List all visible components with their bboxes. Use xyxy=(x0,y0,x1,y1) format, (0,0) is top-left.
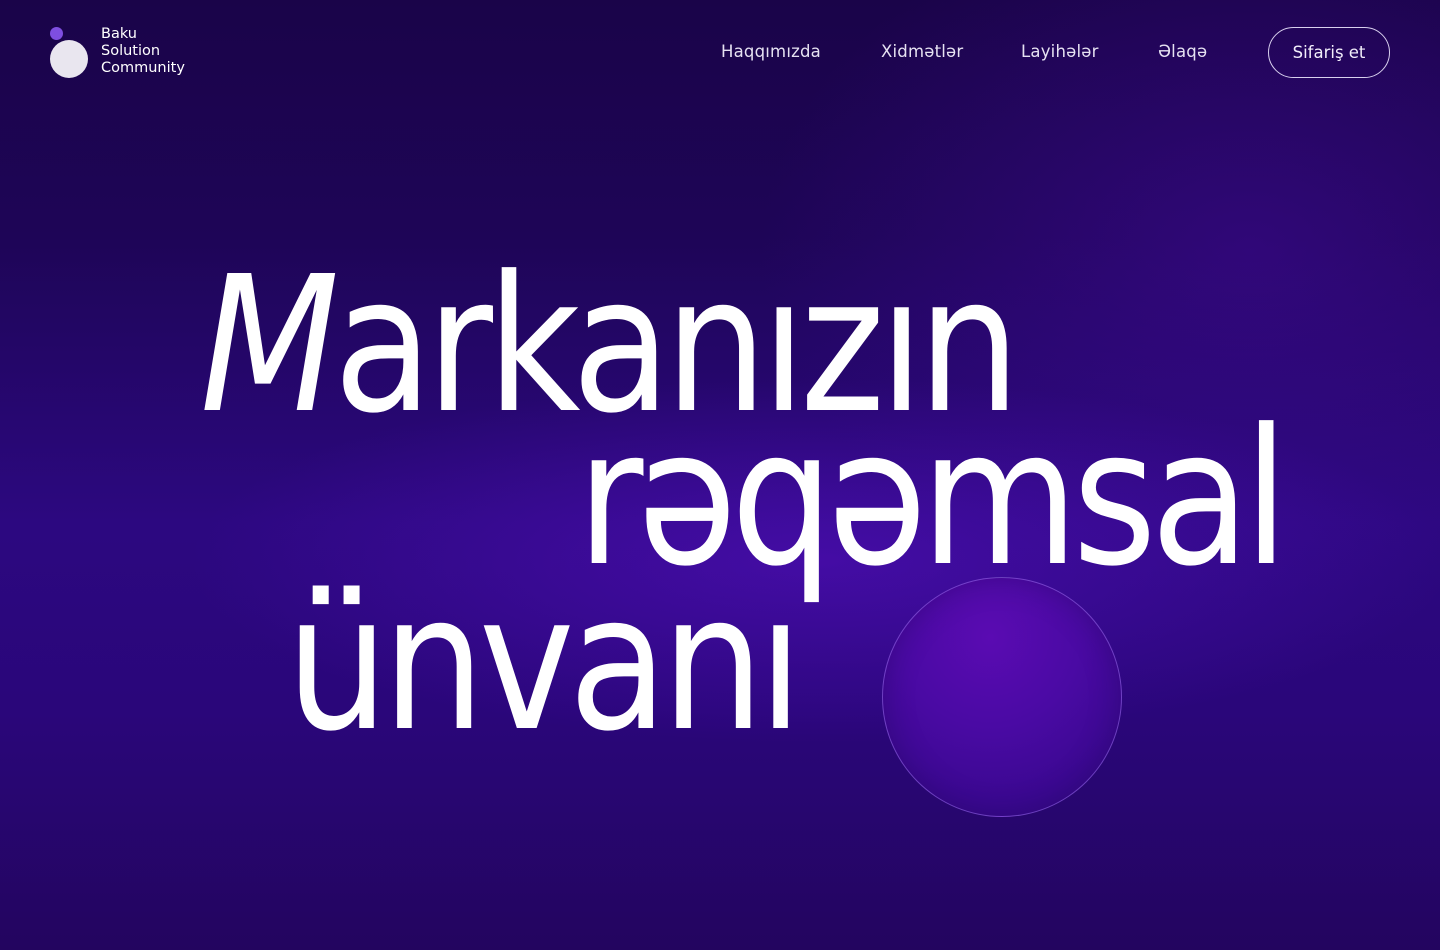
decorative-orb xyxy=(882,577,1122,817)
brand-line-2: Solution xyxy=(101,43,161,59)
logo-dot-small-icon xyxy=(50,27,63,40)
brand-logo[interactable]: Baku Solution Community xyxy=(50,26,200,82)
order-button[interactable]: Sifariş et xyxy=(1268,27,1390,78)
brand-name: Baku Solution Community xyxy=(101,26,185,77)
nav-link-about[interactable]: Haqqımızda xyxy=(721,42,821,64)
hero-line-1-initial: M xyxy=(200,236,340,455)
nav-link-contact[interactable]: Əlaqə xyxy=(1158,42,1207,64)
logo-dot-large-icon xyxy=(50,40,88,78)
nav-link-projects[interactable]: Layihələr xyxy=(1021,42,1099,64)
brand-line-1: Baku xyxy=(101,26,137,42)
hero-line-3: ünvanı xyxy=(286,554,803,773)
brand-line-3: Community xyxy=(101,60,185,76)
nav-link-services[interactable]: Xidmətlər xyxy=(881,42,963,64)
